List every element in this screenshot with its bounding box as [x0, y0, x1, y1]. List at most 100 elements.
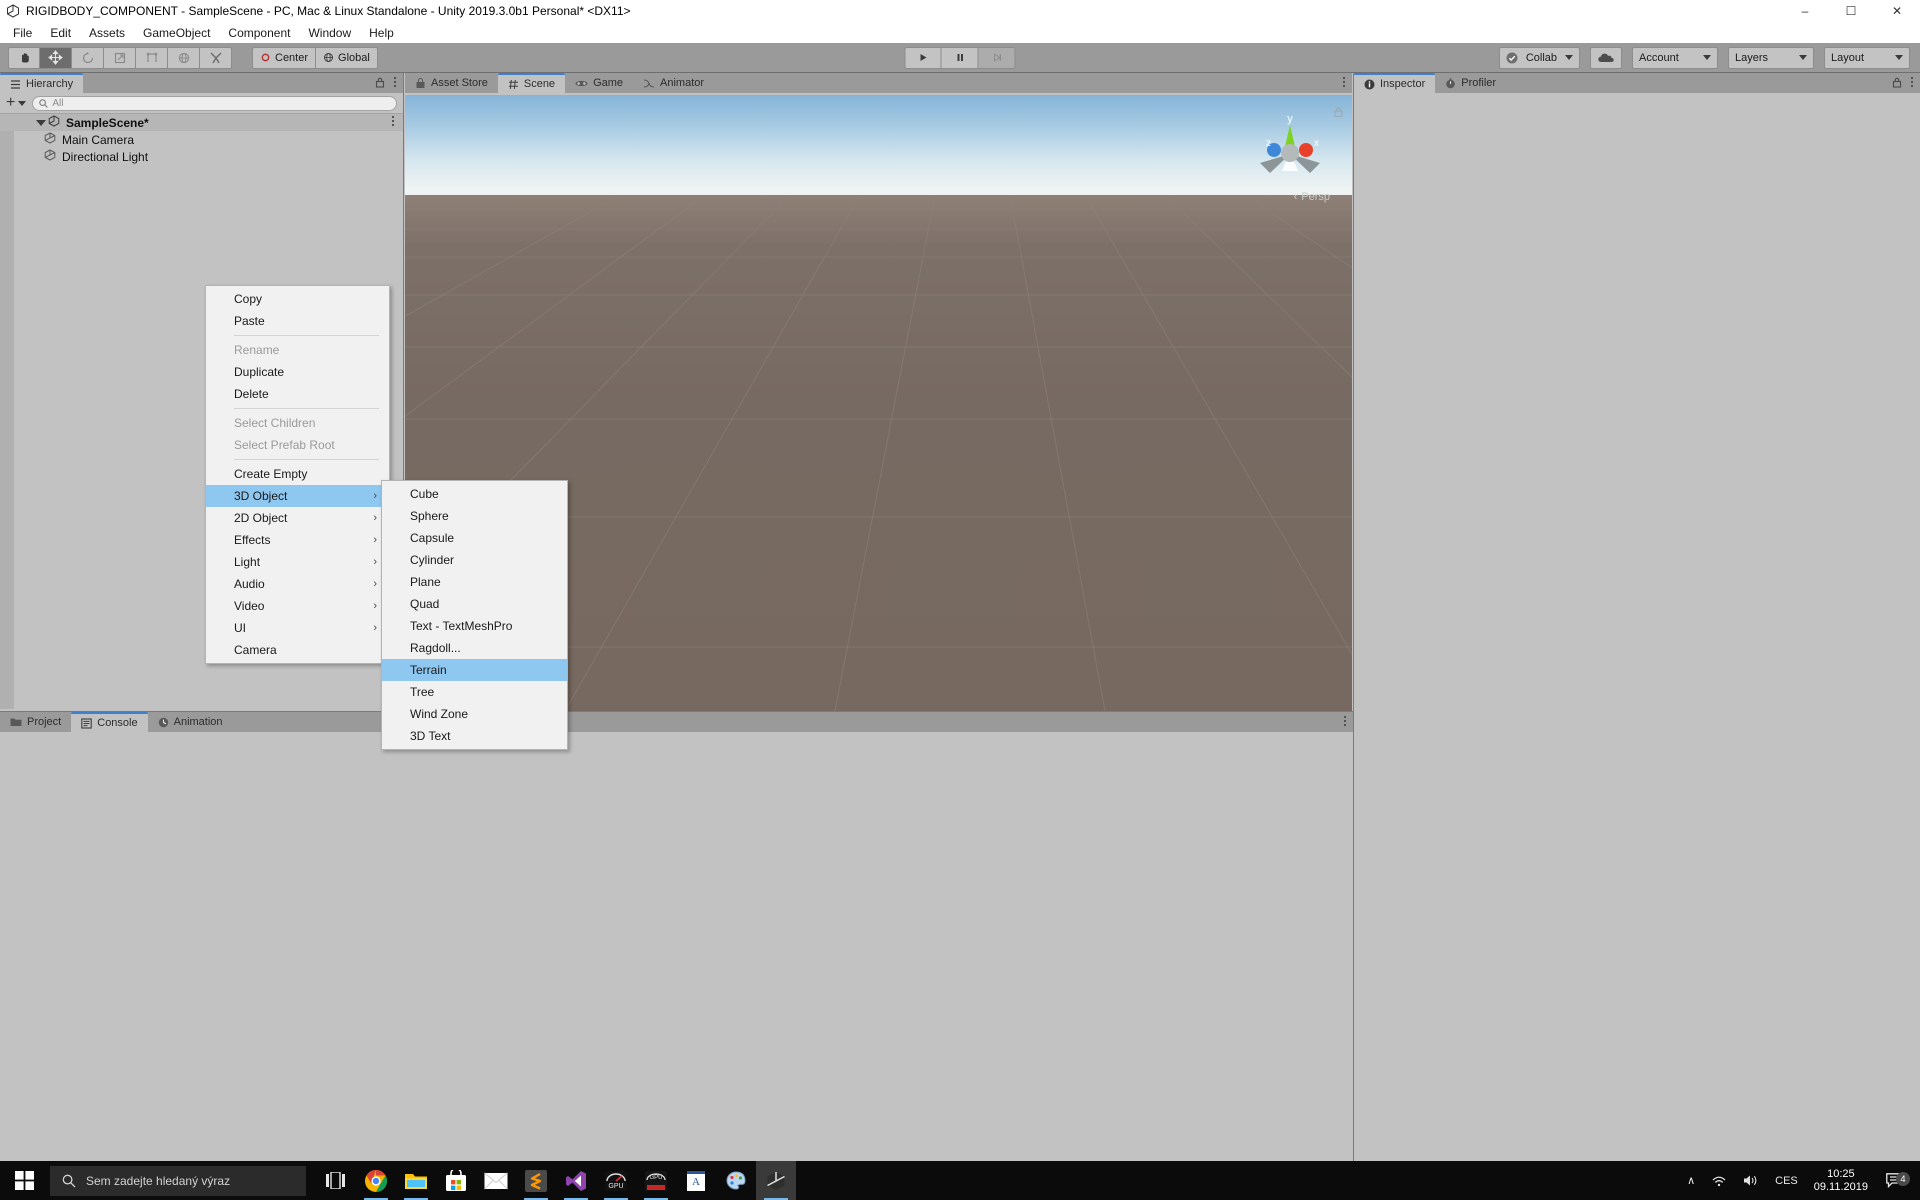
wifi-icon[interactable]	[1703, 1174, 1735, 1187]
submenu-sphere[interactable]: Sphere	[382, 505, 567, 527]
ctx-3d-object[interactable]: 3D Object ›	[206, 485, 389, 507]
submenu-plane[interactable]: Plane	[382, 571, 567, 593]
start-button[interactable]	[0, 1161, 48, 1200]
menu-gameobject[interactable]: GameObject	[134, 24, 219, 42]
ctx-light[interactable]: Light ›	[206, 551, 389, 573]
ctx-ui[interactable]: UI ›	[206, 617, 389, 639]
tab-hierarchy[interactable]: Hierarchy	[0, 73, 83, 93]
submenu-terrain[interactable]: Terrain	[382, 659, 567, 681]
step-button[interactable]	[979, 47, 1016, 69]
ctx-paste[interactable]: Paste	[206, 310, 389, 332]
tab-project[interactable]: Project	[0, 712, 71, 732]
lock-icon[interactable]	[1892, 75, 1902, 93]
tray-expand-icon[interactable]: ∧	[1679, 1174, 1703, 1187]
gpu-tweak-2-icon[interactable]: GPU	[636, 1161, 676, 1200]
ctx-delete[interactable]: Delete	[206, 383, 389, 405]
rect-tool-button[interactable]	[136, 47, 168, 69]
layers-button[interactable]: Layers	[1728, 47, 1814, 69]
tab-game[interactable]: Game	[565, 73, 633, 93]
microsoft-store-icon[interactable]	[436, 1161, 476, 1200]
pivot-rotation-button[interactable]: Global	[316, 47, 378, 69]
menu-assets[interactable]: Assets	[80, 24, 134, 42]
submenu-3d-text[interactable]: 3D Text	[382, 725, 567, 747]
hand-tool-button[interactable]	[8, 47, 40, 69]
tab-asset-store-label: Asset Store	[431, 77, 488, 89]
menu-help[interactable]: Help	[360, 24, 403, 42]
more-options-icon[interactable]	[1910, 75, 1914, 93]
maximize-button[interactable]: ☐	[1828, 0, 1874, 22]
tab-inspector[interactable]: Inspector	[1354, 73, 1435, 93]
ctx-copy[interactable]: Copy	[206, 288, 389, 310]
search-icon	[39, 99, 48, 108]
menu-component[interactable]: Component	[219, 24, 299, 42]
notification-center-button[interactable]: 4	[1876, 1173, 1914, 1188]
word-icon[interactable]: A	[676, 1161, 716, 1200]
account-button[interactable]: Account	[1632, 47, 1718, 69]
submenu-text-textmeshpro[interactable]: Text - TextMeshPro	[382, 615, 567, 637]
visual-studio-icon[interactable]	[556, 1161, 596, 1200]
hierarchy-search-input[interactable]: All	[32, 96, 397, 111]
close-button[interactable]: ✕	[1874, 0, 1920, 22]
menu-file[interactable]: File	[4, 24, 41, 42]
ctx-camera[interactable]: Camera	[206, 639, 389, 661]
submenu-quad[interactable]: Quad	[382, 593, 567, 615]
scale-tool-button[interactable]	[104, 47, 136, 69]
mail-icon[interactable]	[476, 1161, 516, 1200]
ctx-duplicate[interactable]: Duplicate	[206, 361, 389, 383]
unity-icon[interactable]	[756, 1161, 796, 1200]
ctx-effects[interactable]: Effects ›	[206, 529, 389, 551]
minimize-button[interactable]: –	[1782, 0, 1828, 22]
submenu-wind-zone[interactable]: Wind Zone	[382, 703, 567, 725]
custom-tool-button[interactable]	[200, 47, 232, 69]
ctx-audio[interactable]: Audio ›	[206, 573, 389, 595]
ctx-2d-object[interactable]: 2D Object ›	[206, 507, 389, 529]
ctx-create-empty[interactable]: Create Empty	[206, 463, 389, 485]
pivot-mode-button[interactable]: Center	[252, 47, 316, 69]
submenu-tree[interactable]: Tree	[382, 681, 567, 703]
tab-animation[interactable]: Animation	[148, 712, 233, 732]
menu-window[interactable]: Window	[299, 24, 360, 42]
task-view-icon[interactable]	[316, 1161, 356, 1200]
tab-scene[interactable]: Scene	[498, 73, 565, 93]
volume-icon[interactable]	[1735, 1174, 1767, 1187]
gpu-tweak-icon[interactable]: GPU	[596, 1161, 636, 1200]
more-options-icon[interactable]	[1342, 75, 1346, 93]
submenu-ragdoll[interactable]: Ragdoll...	[382, 637, 567, 659]
ctx-video[interactable]: Video ›	[206, 595, 389, 617]
clock[interactable]: 10:25 09.11.2019	[1806, 1168, 1876, 1194]
cloud-button[interactable]	[1590, 47, 1622, 69]
collab-button[interactable]: Collab	[1499, 47, 1580, 69]
taskbar-search-input[interactable]: Sem zadejte hledaný výraz	[50, 1166, 306, 1196]
menu-edit[interactable]: Edit	[41, 24, 80, 42]
create-menu-button[interactable]: +	[6, 98, 26, 108]
pause-button[interactable]	[942, 47, 979, 69]
rotate-tool-button[interactable]	[72, 47, 104, 69]
hierarchy-item-directional-light[interactable]: Directional Light	[0, 148, 403, 165]
ctx-video-label: Video	[234, 599, 264, 613]
language-indicator[interactable]: CES	[1767, 1175, 1806, 1187]
sublime-text-icon[interactable]	[516, 1161, 556, 1200]
tab-animator[interactable]: Animator	[633, 73, 714, 93]
hierarchy-item-main-camera[interactable]: Main Camera	[0, 131, 403, 148]
tab-console[interactable]: Console	[71, 712, 147, 732]
file-explorer-icon[interactable]	[396, 1161, 436, 1200]
hierarchy-scene-row[interactable]: SampleScene*	[0, 114, 403, 131]
transform-tool-button[interactable]	[168, 47, 200, 69]
scene-orientation-gizmo[interactable]: y z x	[1248, 109, 1332, 193]
tab-asset-store[interactable]: Asset Store	[405, 73, 498, 93]
move-tool-button[interactable]	[40, 47, 72, 69]
more-options-icon[interactable]	[393, 75, 397, 93]
layout-button[interactable]: Layout	[1824, 47, 1910, 69]
submenu-cylinder[interactable]: Cylinder	[382, 549, 567, 571]
play-button[interactable]	[905, 47, 942, 69]
more-options-icon[interactable]	[1343, 714, 1347, 732]
paint-icon[interactable]	[716, 1161, 756, 1200]
scene-projection-label[interactable]: ‹Persp	[1294, 191, 1330, 203]
submenu-capsule[interactable]: Capsule	[382, 527, 567, 549]
scene-more-icon[interactable]	[391, 115, 395, 130]
lock-icon[interactable]	[375, 75, 385, 93]
expand-triangle-icon[interactable]	[36, 120, 46, 126]
submenu-cube[interactable]: Cube	[382, 483, 567, 505]
tab-profiler[interactable]: Profiler	[1435, 73, 1506, 93]
chrome-icon[interactable]	[356, 1161, 396, 1200]
